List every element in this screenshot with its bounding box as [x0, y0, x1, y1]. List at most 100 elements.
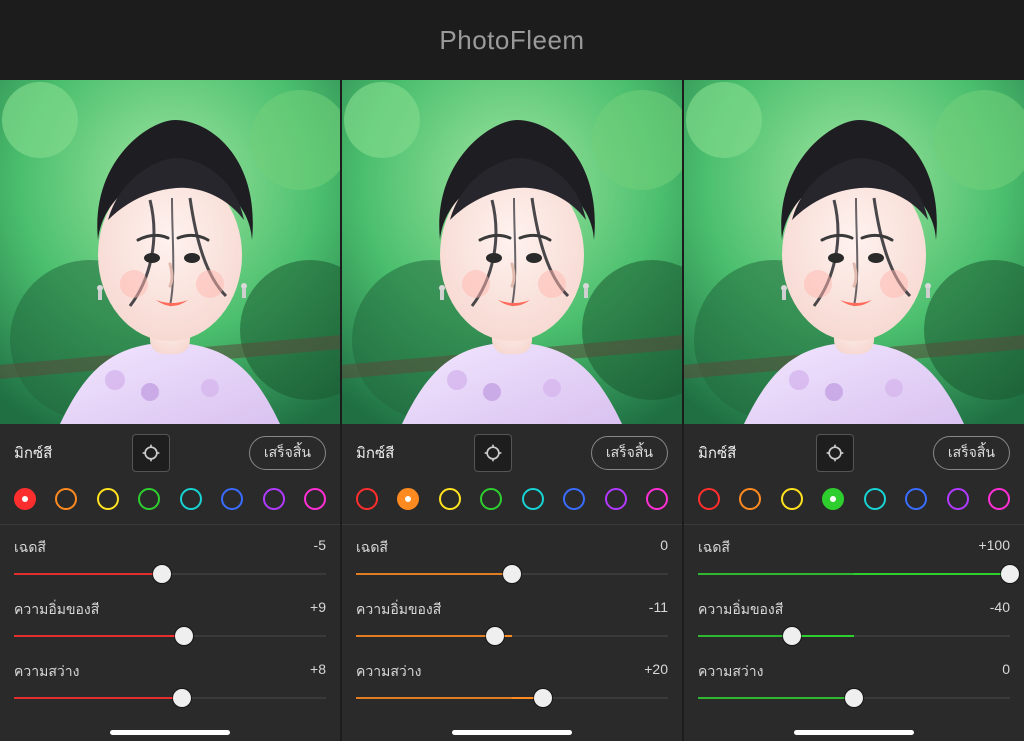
color-swatch[interactable]: [905, 488, 927, 510]
slider-label: เฉดสี: [14, 537, 46, 559]
color-swatch[interactable]: [522, 488, 544, 510]
slider-label: ความสว่าง: [356, 661, 421, 683]
slider-track[interactable]: [698, 565, 1010, 583]
target-adjust-button[interactable]: [132, 434, 170, 472]
site-title: PhotoFleem: [0, 0, 1024, 80]
slider-label: ความอิ่มของสี: [14, 599, 99, 621]
slider-row: เฉดสี +100: [698, 533, 1010, 589]
color-swatch[interactable]: [263, 488, 285, 510]
color-swatch[interactable]: [988, 488, 1010, 510]
slider-value: +9: [310, 599, 326, 621]
slider-row: ความสว่าง0: [698, 657, 1010, 713]
color-swatch[interactable]: [480, 488, 502, 510]
color-swatch[interactable]: [221, 488, 243, 510]
slider-label: เฉดสี: [698, 537, 730, 559]
sliders-group: เฉดสี -5 ความอิ่มของสี +9 ความสว่าง +8: [0, 525, 340, 719]
slider-value: -5: [314, 537, 326, 559]
sliders-group: เฉดสี +100 ความอิ่มของสี -40 ความสว่าง0: [684, 525, 1024, 719]
slider-value: 0: [660, 537, 668, 559]
color-swatch[interactable]: [739, 488, 761, 510]
color-swatch[interactable]: [55, 488, 77, 510]
slider-value: +20: [644, 661, 668, 683]
target-adjust-button[interactable]: [474, 434, 512, 472]
slider-value: -40: [990, 599, 1010, 621]
slider-track[interactable]: [14, 689, 326, 707]
done-button[interactable]: เสร็จสิ้น: [249, 436, 326, 470]
panel-header: มิกซ์สี เสร็จสิ้น: [684, 424, 1024, 480]
slider-value: +100: [978, 537, 1010, 559]
home-indicator: [110, 730, 230, 735]
home-indicator: [452, 730, 572, 735]
slider-thumb[interactable]: [175, 627, 193, 645]
color-mix-label: มิกซ์สี: [356, 441, 394, 465]
color-swatch[interactable]: [864, 488, 886, 510]
slider-value: 0: [1002, 661, 1010, 683]
slider-row: ความอิ่มของสี -11: [356, 595, 668, 651]
slider-label: เฉดสี: [356, 537, 388, 559]
slider-row: ความสว่าง +8: [14, 657, 326, 713]
slider-thumb[interactable]: [534, 689, 552, 707]
color-swatch[interactable]: [14, 488, 36, 510]
preview-image[interactable]: [342, 80, 682, 424]
color-mix-label: มิกซ์สี: [698, 441, 736, 465]
color-swatch[interactable]: [822, 488, 844, 510]
preview-image[interactable]: [0, 80, 340, 424]
slider-thumb[interactable]: [783, 627, 801, 645]
slider-value: +8: [310, 661, 326, 683]
slider-thumb[interactable]: [486, 627, 504, 645]
done-button[interactable]: เสร็จสิ้น: [591, 436, 668, 470]
color-swatch[interactable]: [563, 488, 585, 510]
slider-row: เฉดสี -5: [14, 533, 326, 589]
editor-panel: มิกซ์สีเสร็จสิ้นเฉดสี-5ความอิ่มของสี+9คว…: [0, 80, 340, 741]
controls-area: มิกซ์สี เสร็จสิ้นเฉดสี +100 ความอิ่มของสี -4…: [684, 424, 1024, 741]
slider-track[interactable]: [356, 689, 668, 707]
slider-track[interactable]: [356, 627, 668, 645]
done-button[interactable]: เสร็จสิ้น: [933, 436, 1010, 470]
slider-row: ความอิ่มของสี +9: [14, 595, 326, 651]
slider-value: -11: [649, 599, 668, 621]
panel-header: มิกซ์สี เสร็จสิ้น: [0, 424, 340, 480]
color-swatch[interactable]: [138, 488, 160, 510]
slider-row: ความสว่าง +20: [356, 657, 668, 713]
slider-track[interactable]: [698, 627, 1010, 645]
slider-thumb[interactable]: [153, 565, 171, 583]
color-swatch[interactable]: [439, 488, 461, 510]
slider-thumb[interactable]: [173, 689, 191, 707]
color-swatch-row: [684, 480, 1024, 525]
color-swatch[interactable]: [97, 488, 119, 510]
color-swatch[interactable]: [781, 488, 803, 510]
panels-row: มิกซ์สีเสร็จสิ้นเฉดสี-5ความอิ่มของสี+9คว…: [0, 80, 1024, 741]
color-swatch[interactable]: [180, 488, 202, 510]
editor-panel: มิกซ์สี เสร็จสิ้นเฉดสี +100 ความอิ่มของสี -4…: [684, 80, 1024, 741]
slider-thumb[interactable]: [1001, 565, 1019, 583]
slider-thumb[interactable]: [503, 565, 521, 583]
slider-track[interactable]: [356, 565, 668, 583]
sliders-group: เฉดสี 0 ความอิ่มของสี -11 ความสว่าง +20: [342, 525, 682, 719]
controls-area: มิกซ์สีเสร็จสิ้นเฉดสี0ความอิ่มของสี-11คว…: [342, 424, 682, 741]
slider-label: ความอิ่มของสี: [698, 599, 783, 621]
slider-label: ความอิ่มของสี: [356, 599, 441, 621]
controls-area: มิกซ์สีเสร็จสิ้นเฉดสี-5ความอิ่มของสี+9คว…: [0, 424, 340, 741]
slider-row: ความอิ่มของสี -40: [698, 595, 1010, 651]
color-swatch[interactable]: [698, 488, 720, 510]
target-adjust-button[interactable]: [816, 434, 854, 472]
home-indicator: [794, 730, 914, 735]
color-swatch[interactable]: [356, 488, 378, 510]
color-mix-label: มิกซ์สี: [14, 441, 52, 465]
color-swatch[interactable]: [646, 488, 668, 510]
color-swatch[interactable]: [947, 488, 969, 510]
slider-track[interactable]: [14, 565, 326, 583]
color-swatch-row: [342, 480, 682, 525]
panel-header: มิกซ์สี เสร็จสิ้น: [342, 424, 682, 480]
app-root: PhotoFleem: [0, 0, 1024, 741]
color-swatch[interactable]: [397, 488, 419, 510]
color-swatch[interactable]: [304, 488, 326, 510]
color-swatch-row: [0, 480, 340, 525]
slider-label: ความสว่าง: [14, 661, 79, 683]
slider-track[interactable]: [14, 627, 326, 645]
color-swatch[interactable]: [605, 488, 627, 510]
slider-track[interactable]: [698, 689, 1010, 707]
slider-thumb[interactable]: [845, 689, 863, 707]
editor-panel: มิกซ์สีเสร็จสิ้นเฉดสี0ความอิ่มของสี-11คว…: [342, 80, 682, 741]
preview-image[interactable]: [684, 80, 1024, 424]
